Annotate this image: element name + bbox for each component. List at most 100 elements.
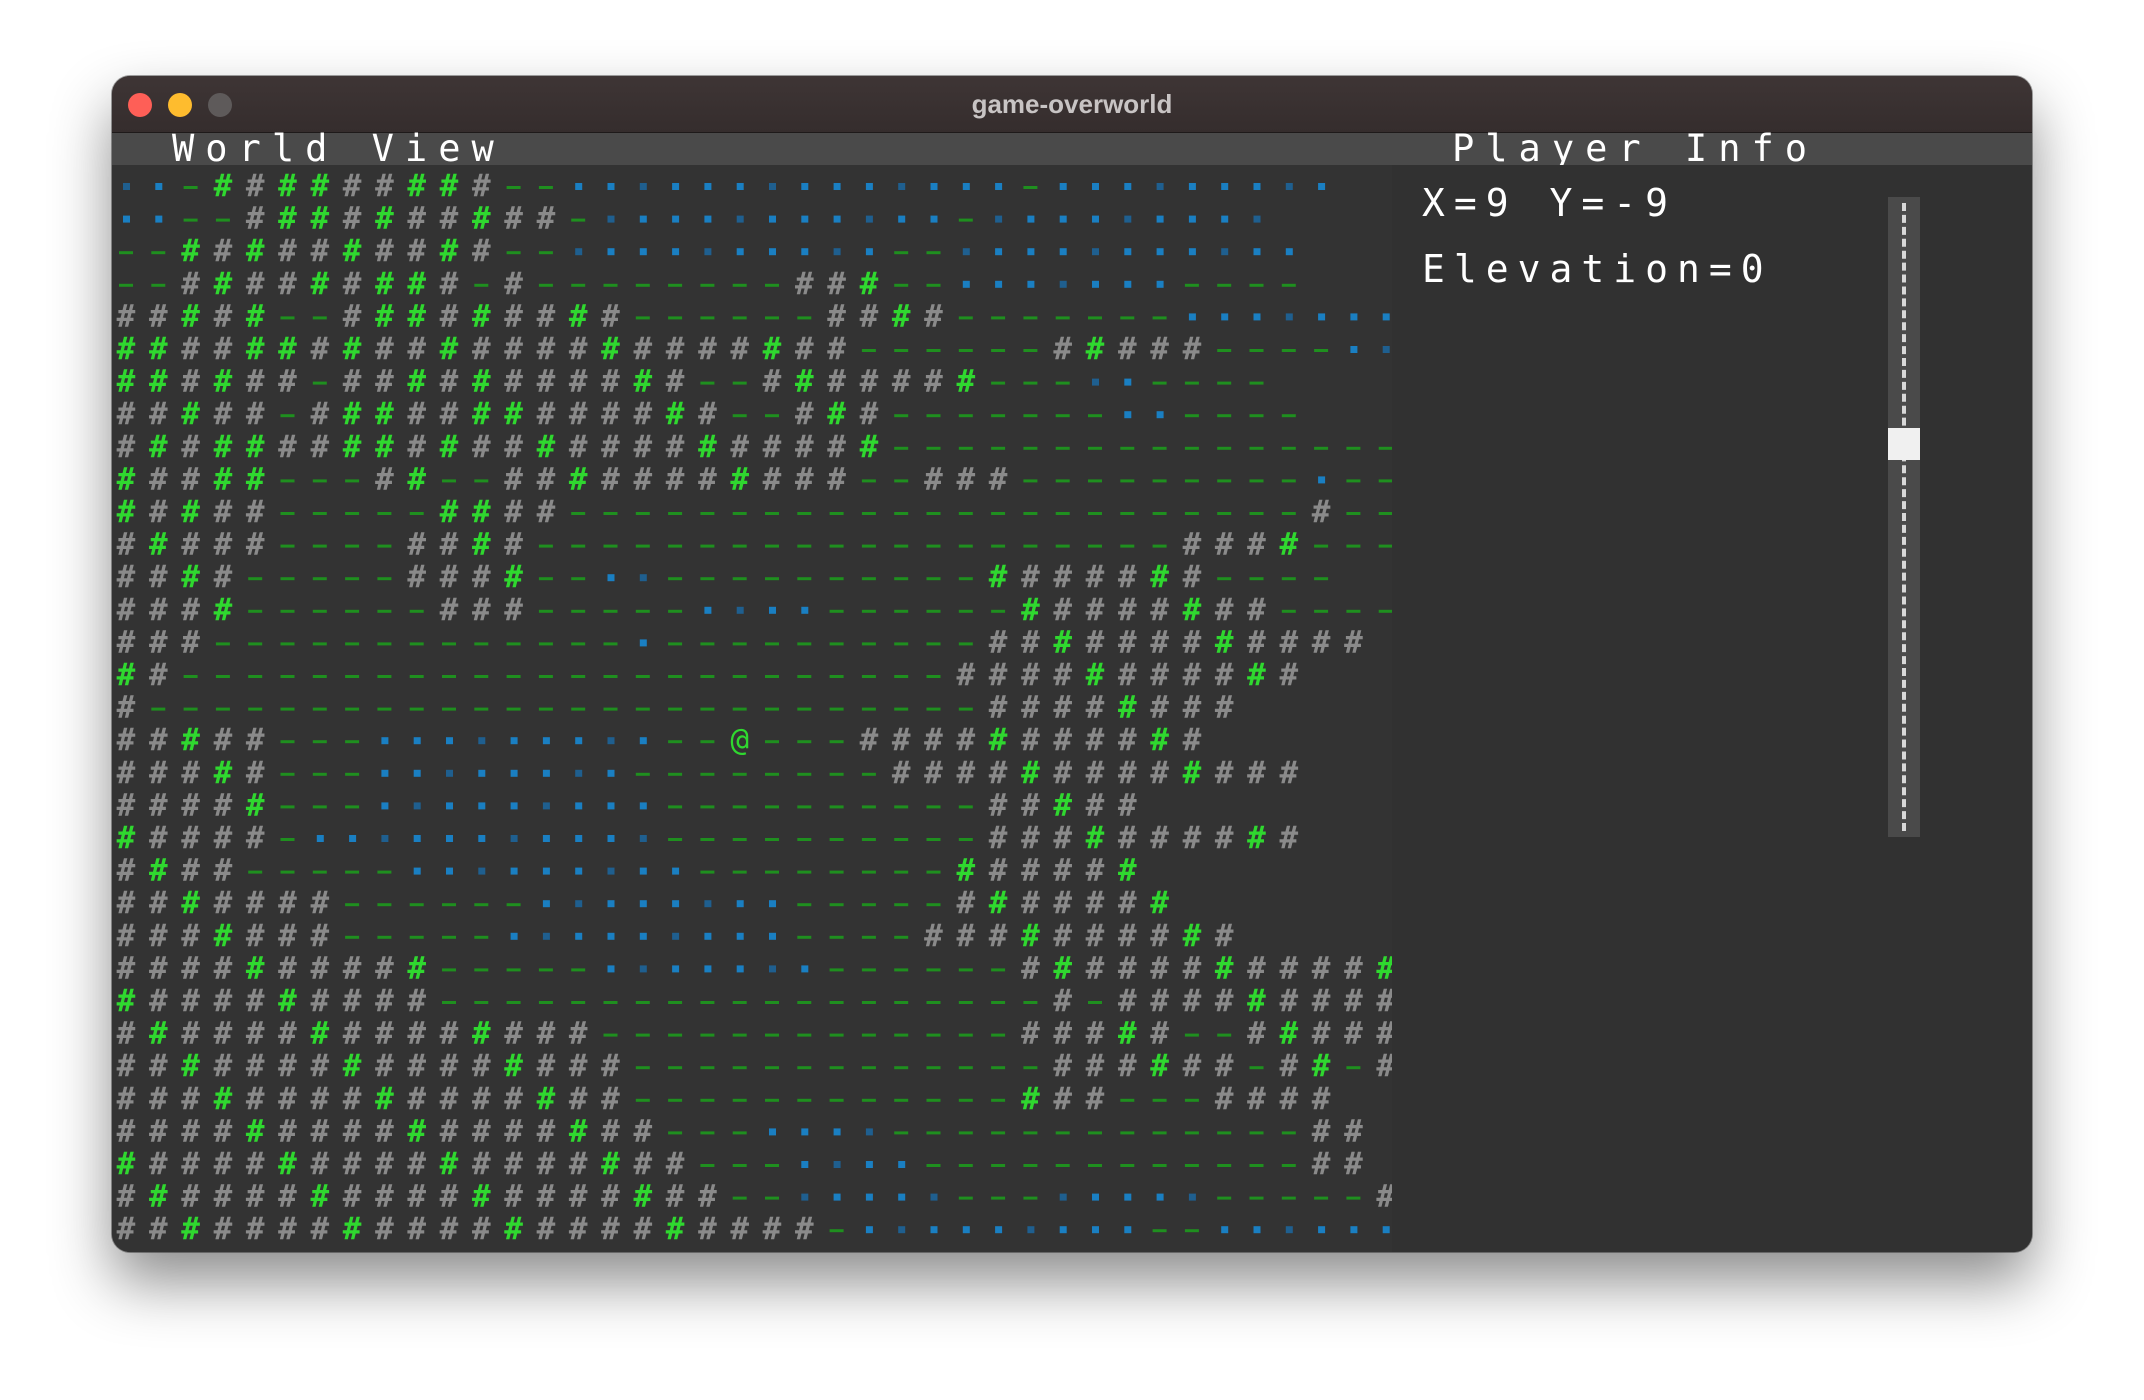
mountain-tile: # <box>537 1179 556 1215</box>
grass-tile <box>1249 577 1264 581</box>
mountain-tile: # <box>407 429 426 465</box>
mountain-tile: # <box>440 592 459 628</box>
grass-tile <box>861 642 876 646</box>
water-tile <box>478 802 486 810</box>
grass-tile <box>506 675 521 678</box>
grass-tile <box>829 740 844 744</box>
forest-tile: # <box>440 331 459 367</box>
water-tile <box>736 900 744 908</box>
grass-tile <box>732 1196 747 1200</box>
water-tile <box>1253 1226 1261 1234</box>
mountain-tile: # <box>181 624 200 660</box>
grass-tile <box>991 414 1006 418</box>
scrollbar-thumb[interactable] <box>1888 428 1920 460</box>
mountain-tile: # <box>569 364 588 400</box>
forest-tile: # <box>989 885 1008 921</box>
mountain-tile: # <box>537 494 556 530</box>
water-tile <box>865 248 873 256</box>
grass-tile <box>765 1098 779 1102</box>
mountain-tile: # <box>440 559 459 595</box>
mountain-tile: # <box>601 396 620 432</box>
grass-tile <box>797 544 812 548</box>
grass-tile <box>1378 544 1392 548</box>
grass-tile <box>765 772 779 776</box>
grass-tile <box>926 838 941 841</box>
mountain-tile: # <box>214 527 233 563</box>
grass-tile <box>280 838 295 841</box>
mountain-tile: # <box>117 853 136 889</box>
mountain-tile: # <box>1183 950 1202 986</box>
grass-tile <box>829 903 844 907</box>
water-tile <box>1350 346 1358 353</box>
grass-tile <box>926 512 941 515</box>
mountain-tile: # <box>407 983 426 1019</box>
water-tile <box>607 769 615 777</box>
mountain-tile: # <box>1150 690 1169 726</box>
grass-tile <box>345 642 360 646</box>
mountain-tile: # <box>214 722 233 758</box>
grass-tile <box>861 512 876 515</box>
mountain-tile: # <box>504 461 523 497</box>
forest-tile: # <box>214 755 233 791</box>
grass-tile <box>958 1098 973 1102</box>
mountain-tile: # <box>1086 1048 1105 1084</box>
water-tile <box>736 183 744 190</box>
water-tile <box>639 183 647 190</box>
grass-tile <box>1023 544 1038 548</box>
mountain-tile: # <box>1021 722 1040 758</box>
mountain-tile: # <box>117 527 136 563</box>
grass-tile <box>668 1001 683 1004</box>
mountain-tile: # <box>633 461 652 497</box>
grass-tile <box>958 1033 973 1037</box>
grass-tile <box>1152 1131 1167 1135</box>
scrollbar-track[interactable] <box>1888 197 1920 837</box>
mountain-tile: # <box>989 461 1008 497</box>
mountain-tile: # <box>956 885 975 921</box>
mountain-tile: # <box>149 298 168 334</box>
forest-tile: # <box>504 396 523 432</box>
grass-tile <box>1152 446 1167 450</box>
world-view-map[interactable]: # # # # # # # # # # # # # # # # # # # # # # # # # # # # # # # # # # # # # # # #… <box>112 165 1392 1252</box>
app-window: game-overworld World View Player Info # #… <box>112 76 2032 1252</box>
water-tile <box>962 183 970 190</box>
grass-tile <box>1378 479 1392 483</box>
grass-tile <box>861 1001 876 1004</box>
grass-tile <box>765 544 779 548</box>
grass-tile <box>506 707 521 711</box>
grass-tile <box>603 512 618 515</box>
water-tile <box>542 769 550 777</box>
mountain-tile: # <box>956 722 975 758</box>
grass-tile <box>1152 479 1167 483</box>
mountain-tile: # <box>246 755 265 791</box>
mountain-tile: # <box>1086 1081 1105 1117</box>
grass-tile <box>1023 1001 1038 1004</box>
water-tile <box>510 932 518 940</box>
grass-tile <box>603 642 618 646</box>
grass-tile <box>538 707 553 711</box>
water-tile <box>672 900 680 908</box>
grass-tile <box>1088 512 1102 515</box>
water-tile <box>898 1226 906 1234</box>
water-tile <box>704 965 712 973</box>
grass-tile <box>1120 512 1135 515</box>
mountain-tile: # <box>1118 820 1137 856</box>
forest-tile: # <box>214 461 233 497</box>
water-tile <box>1156 411 1164 419</box>
grass-tile <box>894 1098 909 1102</box>
grass-tile <box>797 870 812 874</box>
mountain-tile: # <box>1086 624 1105 660</box>
title-bar[interactable]: game-overworld <box>112 76 2032 133</box>
grass-tile <box>732 1164 747 1167</box>
window-title: game-overworld <box>971 89 1173 119</box>
grass-tile <box>765 870 779 874</box>
mountain-tile: # <box>246 1179 265 1215</box>
mountain-tile: # <box>827 429 846 465</box>
grass-tile <box>1249 414 1264 418</box>
grass-tile <box>538 577 553 581</box>
mountain-tile: # <box>1118 592 1137 628</box>
water-tile <box>575 248 583 256</box>
mountain-tile: # <box>537 461 556 497</box>
forest-tile: # <box>246 429 265 465</box>
grass-tile <box>183 218 198 222</box>
mountain-tile: # <box>149 592 168 628</box>
